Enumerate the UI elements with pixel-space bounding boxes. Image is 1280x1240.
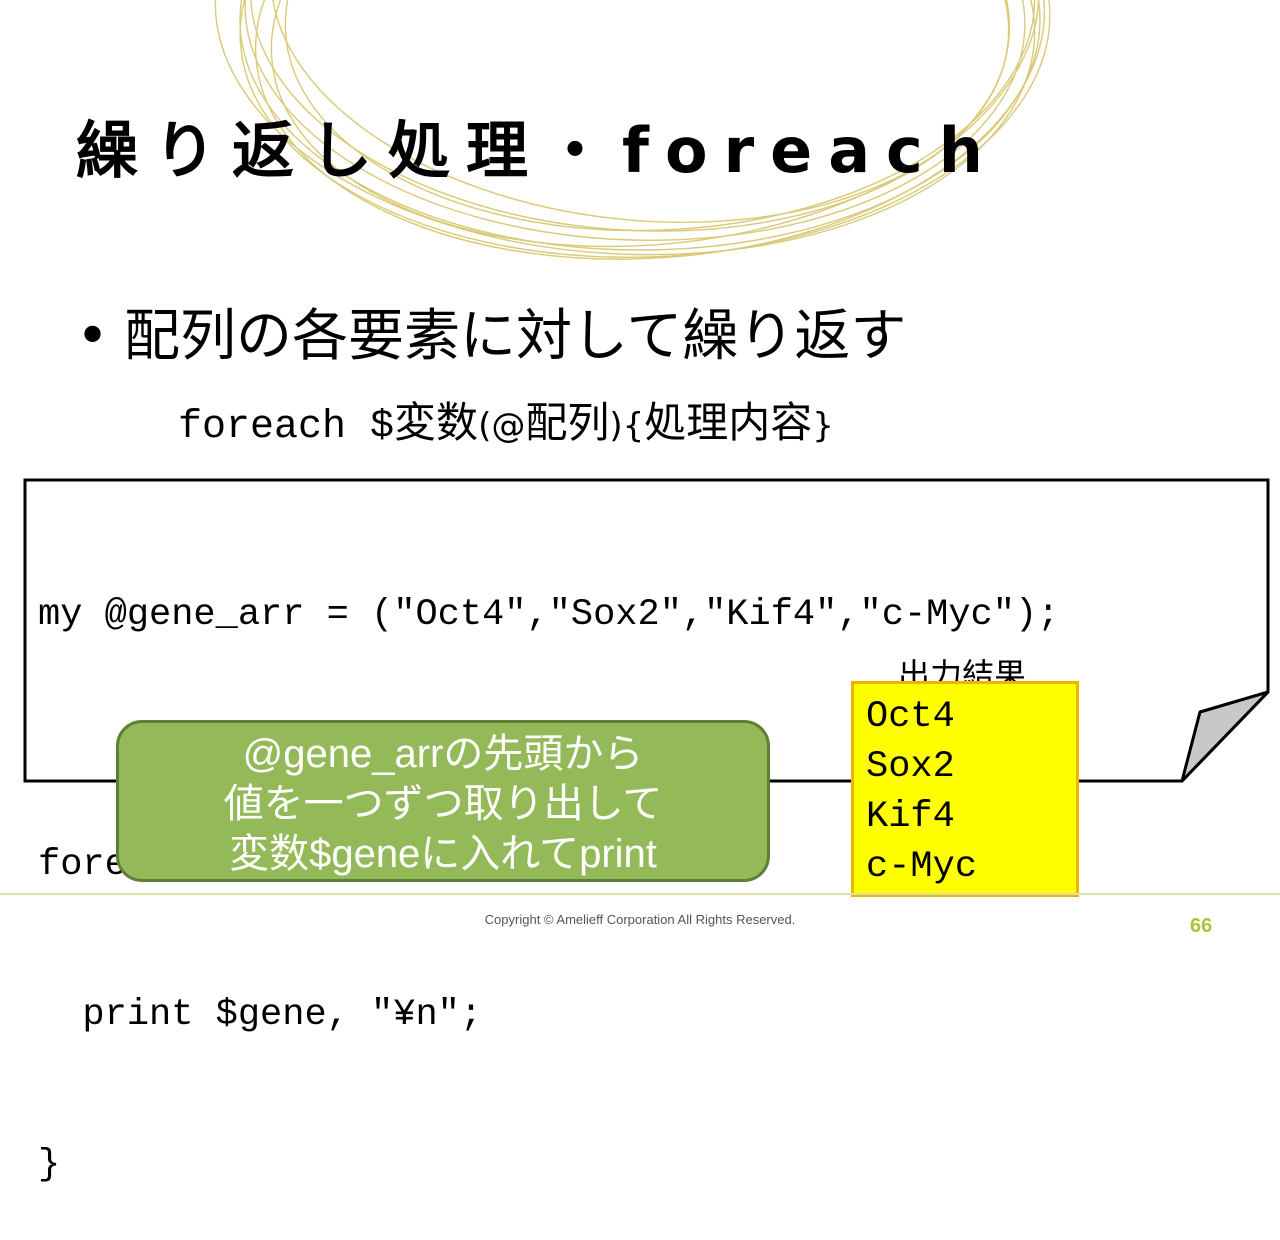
syntax-rbrace: }	[812, 406, 834, 446]
callout-line: 変数$geneに入れてprint	[229, 832, 657, 876]
syntax-var: 変数	[394, 398, 479, 447]
page-curl-icon	[1180, 690, 1270, 783]
output-box: Oct4 Sox2 Kif4 c-Myc	[851, 681, 1079, 897]
copyright-text: Copyright © Amelieff Corporation All Rig…	[484, 912, 796, 927]
syntax-body: 処理内容	[644, 398, 813, 447]
callout-line: @gene_arrの先頭から	[242, 732, 644, 776]
output-line: c-Myc	[866, 846, 978, 888]
callout-line: 値を一つずつ取り出して	[223, 782, 663, 826]
code-line: my @gene_arr = ("Oct4","Sox2","Kif4","c-…	[38, 594, 1060, 636]
syntax-keyword: foreach $	[178, 405, 395, 450]
syntax-rparen: )	[609, 406, 623, 446]
explanation-callout: @gene_arrの先頭から 値を一つずつ取り出して 変数$geneに入れてpr…	[116, 720, 770, 882]
code-line: }	[38, 1144, 61, 1186]
syntax-array: 配列	[525, 398, 610, 447]
footer-divider	[0, 893, 1280, 895]
bullet-dot-icon: •	[76, 304, 110, 369]
syntax-lbrace: {	[622, 406, 645, 446]
bullet-item: • 配列の各要素に対して繰り返す	[76, 306, 906, 368]
code-line: print $gene, "¥n";	[38, 994, 483, 1036]
output-line: Sox2	[866, 746, 955, 788]
output-line: Kif4	[866, 796, 955, 838]
page-number: 66	[1190, 915, 1213, 937]
output-line: Oct4	[866, 696, 955, 738]
syntax-lparen: (	[478, 406, 492, 446]
slide-title: 繰り返し処理・foreach	[76, 114, 999, 187]
bullet-text: 配列の各要素に対して繰り返す	[124, 304, 907, 369]
syntax-array-sigil: @	[491, 406, 526, 446]
foreach-syntax: foreach $変数(@配列){処理内容}	[178, 398, 834, 450]
